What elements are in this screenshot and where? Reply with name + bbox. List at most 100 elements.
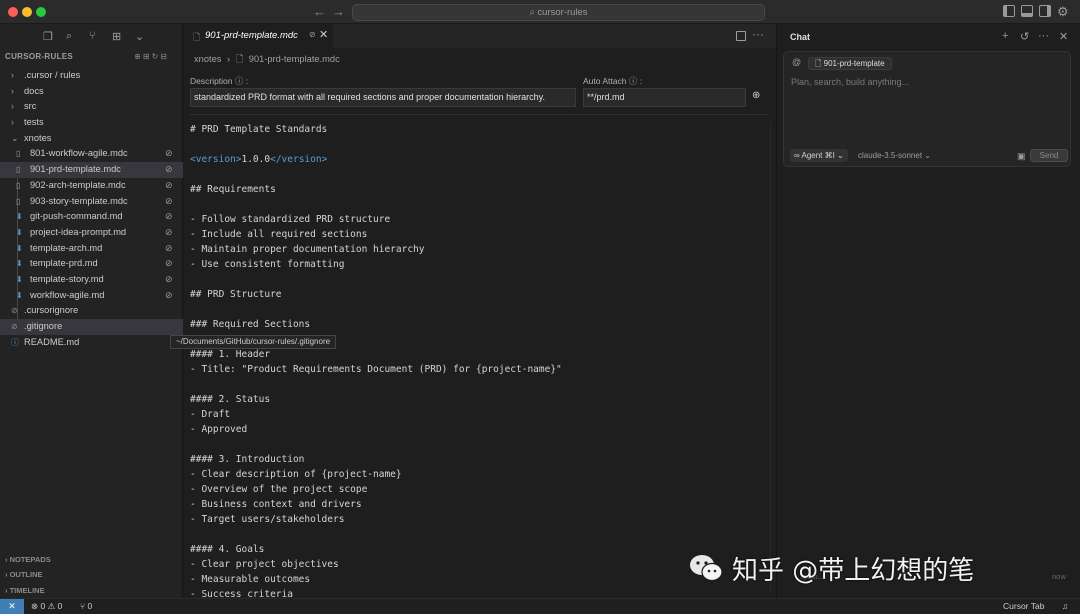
editor-scrollbar[interactable]: [770, 122, 771, 592]
collapse-all-icon[interactable]: ⊟: [160, 52, 169, 61]
split-editor-icon[interactable]: [736, 31, 746, 41]
file-item[interactable]: ⬇ template-prd.md ⊘: [0, 256, 183, 272]
source-control-icon[interactable]: ⑂: [89, 30, 96, 42]
model-selector[interactable]: claude-3.5-sonnet ⌄: [858, 151, 931, 160]
folder-item[interactable]: › tests: [0, 115, 183, 131]
close-tab-icon[interactable]: ✕: [319, 28, 328, 41]
command-center[interactable]: ⌕ cursor-rules: [352, 4, 765, 21]
file-item[interactable]: ▯ 902-arch-template.mdc ⊘: [0, 178, 183, 194]
chat-footer-time: now: [1052, 572, 1066, 581]
file-item[interactable]: ▯ 801-workflow-agile.mdc ⊘: [0, 146, 183, 162]
breadcrumb-item[interactable]: xnotes: [194, 54, 221, 64]
explorer-header[interactable]: CURSOR-RULES ⊕⊞↻⊟: [5, 52, 181, 66]
mention-icon[interactable]: @: [792, 57, 801, 67]
mdc-file-icon: ▯: [16, 165, 21, 175]
chevron-down-icon[interactable]: ⌄: [11, 131, 19, 147]
code-line: # PRD Template Standards: [190, 124, 328, 135]
toggle-primary-sidebar-icon[interactable]: [1003, 5, 1015, 17]
tree-item-label: template-story.md: [30, 273, 104, 284]
file-item[interactable]: ⊘ .gitignore: [0, 319, 183, 335]
chevron-right-icon[interactable]: ›: [11, 115, 14, 131]
close-icon[interactable]: ✕: [1059, 30, 1068, 43]
globe-icon[interactable]: ⊕: [752, 90, 760, 101]
code-line: - Include all required sections: [190, 229, 368, 240]
path-tooltip: ~/Documents/GitHub/cursor-rules/.gitigno…: [170, 335, 337, 349]
file-item[interactable]: ⬇ template-arch.md ⊘: [0, 241, 183, 257]
bell-icon[interactable]: ♫: [1062, 601, 1068, 611]
chevron-right-icon[interactable]: ›: [11, 84, 14, 100]
minimize-window-button[interactable]: [22, 7, 32, 17]
code-line: - Clear description of {project-name}: [190, 469, 402, 480]
files-icon[interactable]: ❐: [43, 30, 53, 43]
tree-item-label: .gitignore: [24, 321, 63, 331]
back-arrow-icon[interactable]: ←: [313, 4, 326, 19]
code-line: - Clear project objectives: [190, 559, 339, 570]
tree-item-label: .cursorignore: [24, 305, 79, 316]
auto-attach-field[interactable]: **/prd.md: [583, 88, 746, 107]
toggle-secondary-sidebar-icon[interactable]: [1039, 5, 1051, 17]
history-icon[interactable]: ↺: [1020, 30, 1029, 43]
file-item[interactable]: ▯ 903-story-template.mdc ⊘: [0, 194, 183, 210]
cursor-tab-indicator[interactable]: Cursor Tab: [1003, 601, 1044, 611]
tree-item-label: project-idea-prompt.md: [30, 226, 127, 237]
toggle-panel-icon[interactable]: [1021, 5, 1033, 17]
code-line: - Draft: [190, 409, 231, 420]
code-line: #### 1. Header: [190, 349, 271, 360]
file-item[interactable]: ⓘ README.md: [0, 335, 183, 351]
chevron-right-icon: ›: [227, 54, 231, 64]
gear-icon[interactable]: ⚙: [1057, 4, 1069, 20]
outline-section[interactable]: › OUTLINE: [5, 570, 175, 584]
file-item[interactable]: ⊘ .cursorignore: [0, 303, 183, 319]
refresh-icon[interactable]: ↻: [152, 52, 161, 61]
tree-item-label: 903-story-template.mdc: [30, 195, 128, 206]
remote-indicator[interactable]: ✕: [0, 599, 24, 614]
notepads-section[interactable]: › NOTEPADS: [5, 555, 175, 569]
file-item[interactable]: ⬇ template-story.md ⊘: [0, 272, 183, 288]
chat-input[interactable]: Plan, search, build anything...: [791, 77, 909, 87]
folder-item[interactable]: › docs: [0, 84, 183, 100]
new-chat-icon[interactable]: +: [1002, 30, 1008, 42]
chevron-right-icon[interactable]: ›: [11, 99, 14, 115]
maximize-window-button[interactable]: [36, 7, 46, 17]
folder-item[interactable]: ⌄ xnotes: [0, 131, 183, 147]
new-folder-icon[interactable]: ⊞: [143, 52, 152, 61]
folder-item[interactable]: › src: [0, 99, 183, 115]
file-item[interactable]: ⬇ project-idea-prompt.md ⊘: [0, 225, 183, 241]
new-file-icon[interactable]: ⊕: [134, 52, 143, 61]
description-label: Description ⓘ :: [190, 76, 249, 86]
problems-indicator[interactable]: ⊗ 0 ⚠ 0: [31, 601, 62, 612]
search-icon[interactable]: ⌕: [66, 30, 72, 43]
send-button[interactable]: Send: [1030, 149, 1068, 162]
description-field[interactable]: standardized PRD format with all require…: [190, 88, 576, 107]
tab-901-prd-template[interactable]: 🗋 901-prd-template.mdc ⊘ ✕: [183, 24, 333, 48]
chevron-right-icon[interactable]: ›: [11, 68, 14, 84]
code-line: ## PRD Structure: [190, 289, 282, 300]
extensions-icon[interactable]: ⊞: [112, 30, 121, 43]
more-actions-icon[interactable]: ···: [752, 27, 764, 41]
file-icon: 🗋: [815, 59, 824, 68]
breadcrumb-item[interactable]: 901-prd-template.mdc: [249, 54, 340, 64]
editor-area: 🗋 901-prd-template.mdc ⊘ ✕ ··· xnotes › …: [183, 24, 776, 600]
folder-item[interactable]: › .cursor / rules: [0, 68, 183, 84]
code-line: #### 4. Goals: [190, 544, 265, 555]
file-item[interactable]: ⬇ workflow-agile.md ⊘: [0, 288, 183, 304]
code-line: - Title: "Product Requirements Document …: [190, 364, 562, 375]
agent-mode-selector[interactable]: ∞ Agent ⌘I ⌄: [790, 149, 848, 162]
file-item[interactable]: ⬇ git-push-command.md ⊘: [0, 209, 183, 225]
close-window-button[interactable]: [8, 7, 18, 17]
file-item[interactable]: ▯ 901-prd-template.mdc ⊘: [0, 162, 183, 178]
ports-indicator[interactable]: ⑂ 0: [80, 601, 92, 611]
status-badge: ⊘: [165, 242, 173, 253]
chat-panel: Chat + ↺ ··· ✕ @ 🗋 901-prd-template Plan…: [776, 24, 1080, 598]
code-editor[interactable]: # PRD Template Standards <version>1.0.0</…: [190, 122, 770, 602]
chevron-down-icon[interactable]: ⌄: [135, 30, 144, 43]
image-icon[interactable]: ▣: [1017, 151, 1026, 162]
more-actions-icon[interactable]: ···: [1038, 30, 1049, 42]
context-file-pill[interactable]: 🗋 901-prd-template: [808, 57, 892, 70]
forward-arrow-icon[interactable]: →: [332, 4, 345, 19]
code-line: - Overview of the project scope: [190, 484, 368, 495]
